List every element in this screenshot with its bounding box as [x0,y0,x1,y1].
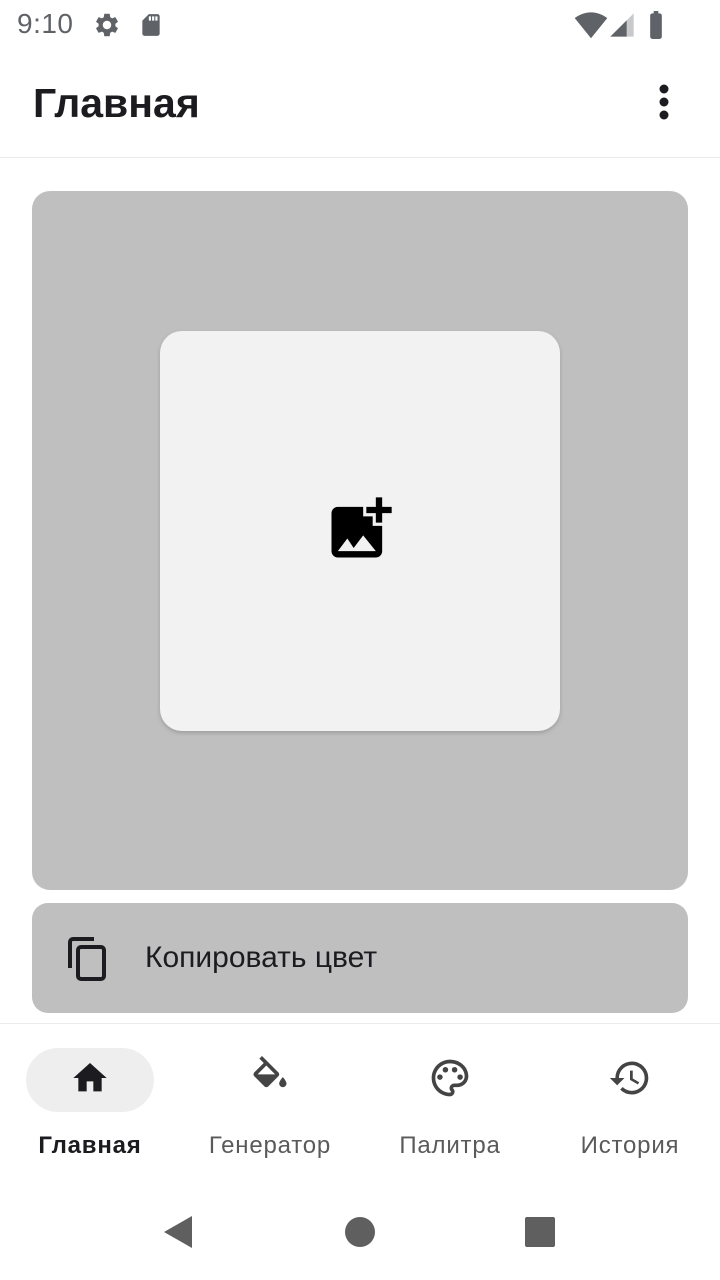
nav-label-palette: Палитра [399,1132,501,1159]
signal-icon [608,11,636,43]
paint-bucket-icon [248,1056,292,1104]
copy-icon [66,936,108,986]
nav-item-generator[interactable]: Генератор [180,1024,360,1174]
nav-item-palette[interactable]: Палитра [360,1024,540,1174]
wifi-icon [574,11,608,43]
nav-item-home[interactable]: Главная [0,1024,180,1174]
battery-icon [645,11,667,43]
system-navigation-bar [0,1186,720,1280]
page-title: Главная [33,80,200,126]
nav-active-indicator [26,1048,154,1112]
back-icon[interactable] [162,1214,194,1254]
add-photo-icon [322,491,398,571]
more-vert-icon [658,84,670,124]
more-options-button[interactable] [640,78,688,130]
copy-color-label: Копировать цвет [145,941,378,974]
home-icon [70,1058,110,1102]
nav-label-history: История [580,1132,680,1159]
pick-image-button[interactable] [160,331,560,731]
color-preview-card [32,191,688,890]
palette-icon [428,1056,472,1104]
nav-label-home: Главная [38,1132,142,1159]
history-icon [608,1056,652,1104]
copy-color-button[interactable]: Копировать цвет [32,903,688,1013]
nav-item-history[interactable]: История [540,1024,720,1174]
gear-icon [93,11,121,43]
status-time: 9:10 [17,8,74,39]
home-circle-icon[interactable] [344,1214,376,1254]
top-app-bar: Главная [0,50,720,158]
nav-label-generator: Генератор [208,1132,332,1159]
recents-icon[interactable] [524,1214,556,1254]
bottom-navigation: Главная Генератор Палитра История [0,1023,720,1186]
status-bar: 9:10 [0,0,720,50]
sd-card-icon [138,11,164,43]
